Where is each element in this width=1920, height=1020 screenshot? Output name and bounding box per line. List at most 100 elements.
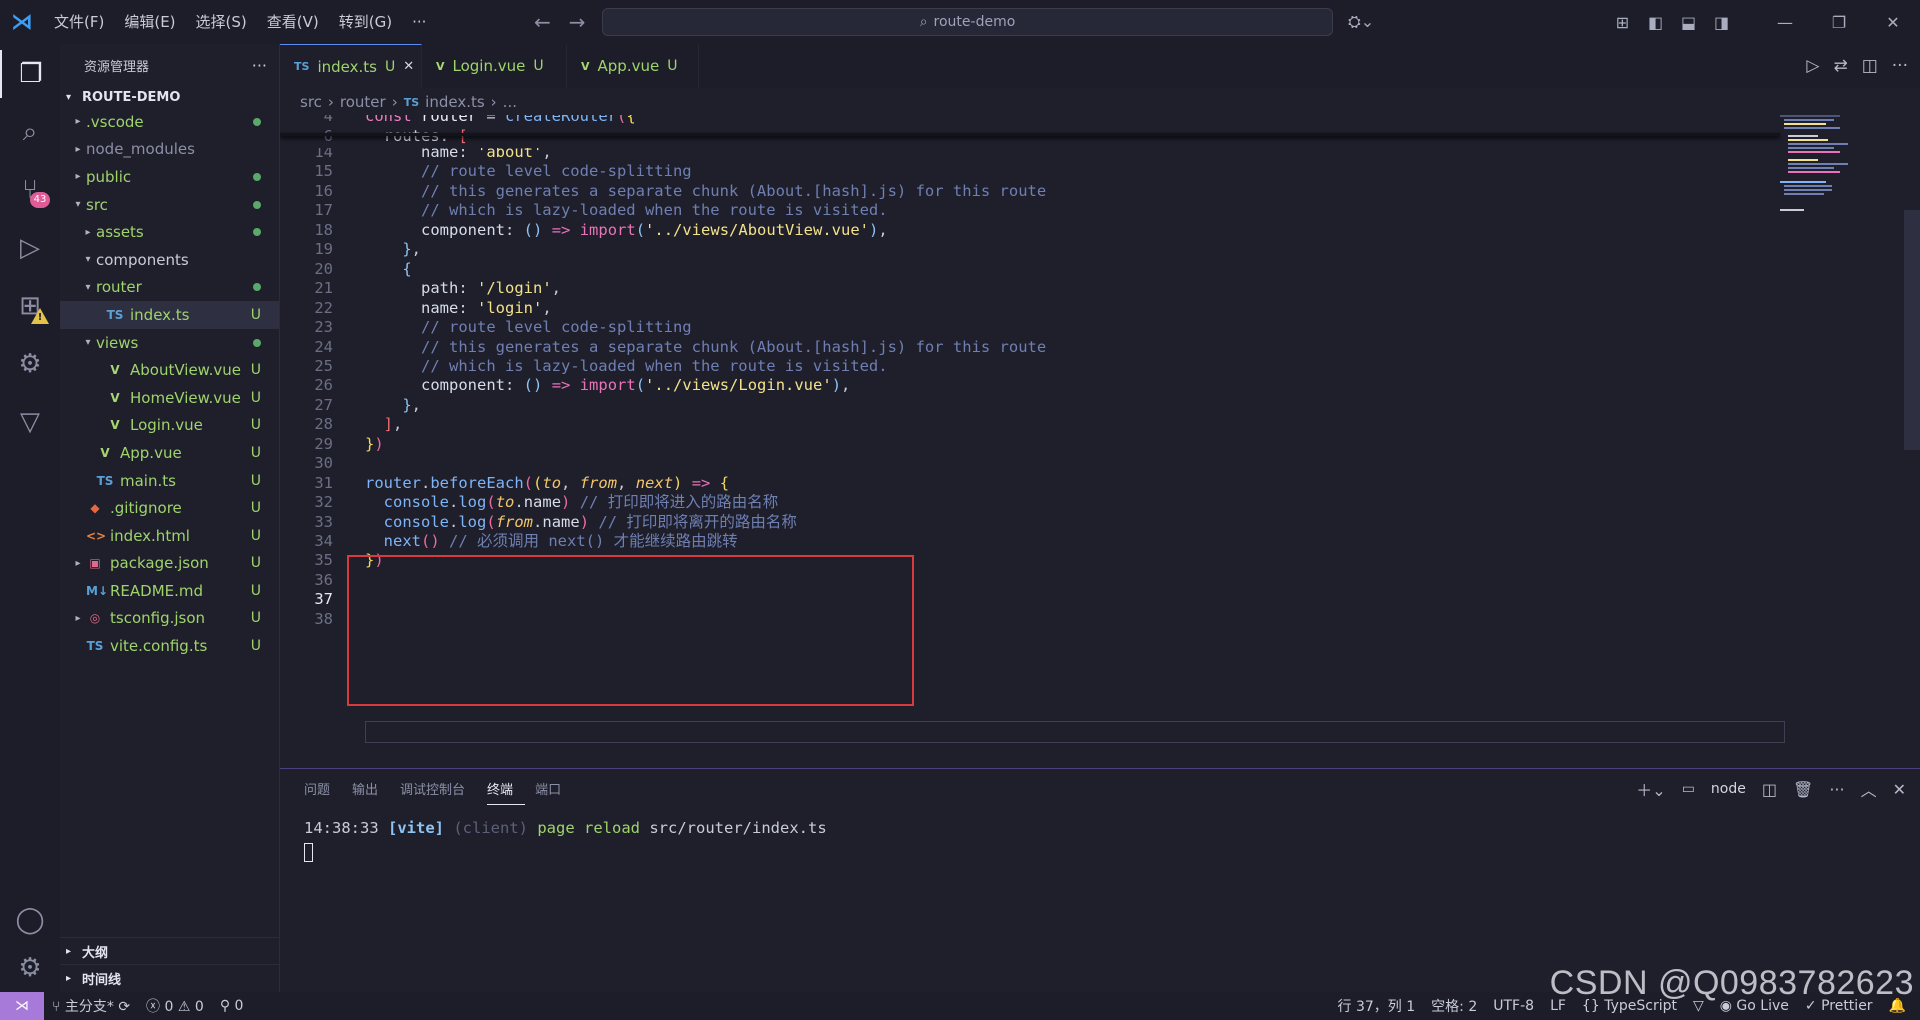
close-tab-icon[interactable]: ✕ xyxy=(403,59,414,74)
panel-tab[interactable]: 输出 xyxy=(352,779,390,805)
split-editor-icon[interactable]: ◫ xyxy=(1862,56,1878,76)
file-tree-item[interactable]: M↓ README.md U xyxy=(60,577,279,605)
more-actions-icon[interactable]: ··· xyxy=(252,56,267,75)
cursor-position[interactable]: 行 37，列 1 xyxy=(1330,996,1424,1016)
panel-tab[interactable]: 调试控制台 xyxy=(400,779,477,805)
menu-item[interactable]: ··· xyxy=(402,0,436,44)
file-tree-item[interactable]: V App.vue U xyxy=(60,439,279,467)
source-control-icon[interactable]: ⑂ 43 xyxy=(0,166,60,214)
remote-indicator-icon[interactable]: ⋊ xyxy=(0,992,44,1020)
outline-section[interactable]: ▸ 大纲 xyxy=(60,937,279,964)
code-token: , xyxy=(411,240,422,259)
terminal-name[interactable]: node xyxy=(1711,781,1746,797)
editor-scrollbar[interactable] xyxy=(1904,210,1920,450)
file-tree-item[interactable]: V Login.vue U xyxy=(60,412,279,440)
git-branch-icon: ⑂ xyxy=(52,999,61,1015)
panel-tab[interactable]: 问题 xyxy=(304,779,342,805)
forward-arrow-icon[interactable]: → xyxy=(560,10,595,34)
menu-item[interactable]: 转到(G) xyxy=(329,0,402,44)
breadcrumb-item[interactable]: router xyxy=(340,93,386,111)
code-token: => xyxy=(551,376,571,395)
file-tree-item[interactable]: ▸ .vscode xyxy=(60,108,279,136)
ports-status[interactable]: ⚲ 0 xyxy=(212,998,252,1014)
file-tree-item[interactable]: ▾ components xyxy=(60,246,279,274)
html-file-icon: <> xyxy=(86,528,107,543)
editor-tab[interactable]: TS index.ts U ✕ xyxy=(280,44,422,88)
maximize-panel-icon[interactable]: ︿ xyxy=(1861,777,1877,801)
breadcrumb-item[interactable]: ... xyxy=(503,93,517,111)
compare-icon[interactable]: ⇄ xyxy=(1833,56,1847,76)
editor-tab[interactable]: V Login.vue U xyxy=(422,44,567,88)
git-status: U xyxy=(250,555,261,572)
more-actions-icon[interactable]: ··· xyxy=(1829,780,1844,799)
remote-explorer-icon[interactable]: ⚙ xyxy=(0,340,60,388)
manage-gear-icon[interactable]: ⚙ xyxy=(0,944,60,992)
run-icon[interactable]: ▷ xyxy=(1806,56,1819,76)
file-tree-item[interactable]: V HomeView.vue U xyxy=(60,384,279,412)
search-view-icon[interactable]: ⌕ xyxy=(0,108,60,156)
terminal-icon[interactable]: ▭ xyxy=(1682,781,1695,797)
toggle-secondary-sidebar-icon[interactable]: ◨ xyxy=(1705,13,1738,32)
file-tree-item[interactable]: ▸ assets xyxy=(60,218,279,246)
vue-file-icon: V xyxy=(110,363,120,378)
customize-layout-icon[interactable]: ⊞ xyxy=(1606,13,1639,32)
antenna-icon: ⚲ xyxy=(219,998,231,1014)
file-tree-item[interactable]: ▸ public xyxy=(60,163,279,191)
problems-status[interactable]: ⓧ 0 ⚠ 0 xyxy=(138,996,212,1016)
close-window-icon[interactable]: ✕ xyxy=(1866,13,1920,32)
file-tree-item[interactable]: ◆ .gitignore U xyxy=(60,494,279,522)
file-tree-item[interactable]: TS main.ts U xyxy=(60,467,279,495)
extensions-icon[interactable]: ⊞! xyxy=(0,282,60,330)
menu-item[interactable]: 编辑(E) xyxy=(114,0,185,44)
indentation-status[interactable]: 空格: 2 xyxy=(1423,996,1485,1016)
file-tree-item[interactable]: <> index.html U xyxy=(60,522,279,550)
sidebar-header: 资源管理器 ··· xyxy=(60,44,279,86)
code-token: to xyxy=(542,473,562,492)
code-token: createRouter xyxy=(505,115,617,125)
split-terminal-icon[interactable]: ◫ xyxy=(1762,780,1777,799)
file-tree-item[interactable]: ▾ router xyxy=(60,274,279,302)
toggle-sidebar-icon[interactable]: ◧ xyxy=(1639,13,1672,32)
file-tree-item[interactable]: TS vite.config.ts U xyxy=(60,632,279,660)
breadcrumb-item[interactable]: index.ts xyxy=(425,93,485,111)
restore-icon[interactable]: ❐ xyxy=(1812,13,1866,32)
timeline-section[interactable]: ▸ 时间线 xyxy=(60,964,279,991)
command-center-search[interactable]: ⌕ route-demo xyxy=(602,8,1333,36)
file-tree-item[interactable]: ▾ src xyxy=(60,191,279,219)
file-tree-item[interactable]: ▾ views xyxy=(60,329,279,357)
menu-item[interactable]: 文件(F) xyxy=(44,0,114,44)
file-tree-item[interactable]: ▸ ▣ package.json U xyxy=(60,550,279,578)
panel-tab[interactable]: 端口 xyxy=(535,779,573,805)
warning-badge-icon: ! xyxy=(31,308,49,324)
new-terminal-icon[interactable]: ＋⌄ xyxy=(1636,777,1665,801)
explorer-icon[interactable]: ❐ xyxy=(0,50,60,98)
minimize-icon[interactable]: — xyxy=(1758,13,1812,32)
breadcrumb-item[interactable]: src xyxy=(300,93,322,111)
file-tree-item[interactable]: ▸ ◎ tsconfig.json U xyxy=(60,605,279,633)
close-panel-icon[interactable]: ✕ xyxy=(1893,780,1906,799)
panel-tab[interactable]: 终端 xyxy=(487,779,526,805)
ports-count: 0 xyxy=(234,998,244,1014)
code-token: router xyxy=(421,115,487,125)
accounts-icon[interactable]: ◯ xyxy=(0,896,60,944)
more-actions-icon[interactable]: ··· xyxy=(1892,56,1908,76)
code-token: () xyxy=(523,376,543,395)
toggle-panel-icon[interactable]: ⬓ xyxy=(1672,13,1705,32)
minimap[interactable] xyxy=(1780,115,1900,225)
workspace-root[interactable]: ▾ ROUTE-DEMO xyxy=(60,86,279,108)
editor-tab[interactable]: V App.vue U xyxy=(567,44,699,88)
file-tree-item[interactable]: V AboutView.vue U xyxy=(60,356,279,384)
menu-item[interactable]: 查看(V) xyxy=(257,0,329,44)
back-arrow-icon[interactable]: ← xyxy=(525,10,560,34)
trash-icon[interactable]: 🗑 xyxy=(1793,780,1813,799)
branch-status[interactable]: ⑂ 主分支* ⟳ xyxy=(44,996,138,1016)
vite-icon[interactable]: ▽ xyxy=(0,398,60,446)
menu-item[interactable]: 选择(S) xyxy=(186,0,257,44)
file-tree-item[interactable]: TS index.ts U xyxy=(60,301,279,329)
encoding-status[interactable]: UTF-8 xyxy=(1485,998,1542,1014)
file-tree-item[interactable]: ▸ node_modules xyxy=(60,136,279,164)
run-debug-icon[interactable]: ▷ xyxy=(0,224,60,272)
copilot-icon[interactable]: ⛭⌄ xyxy=(1348,0,1374,44)
file-tree-label: assets xyxy=(96,223,144,242)
